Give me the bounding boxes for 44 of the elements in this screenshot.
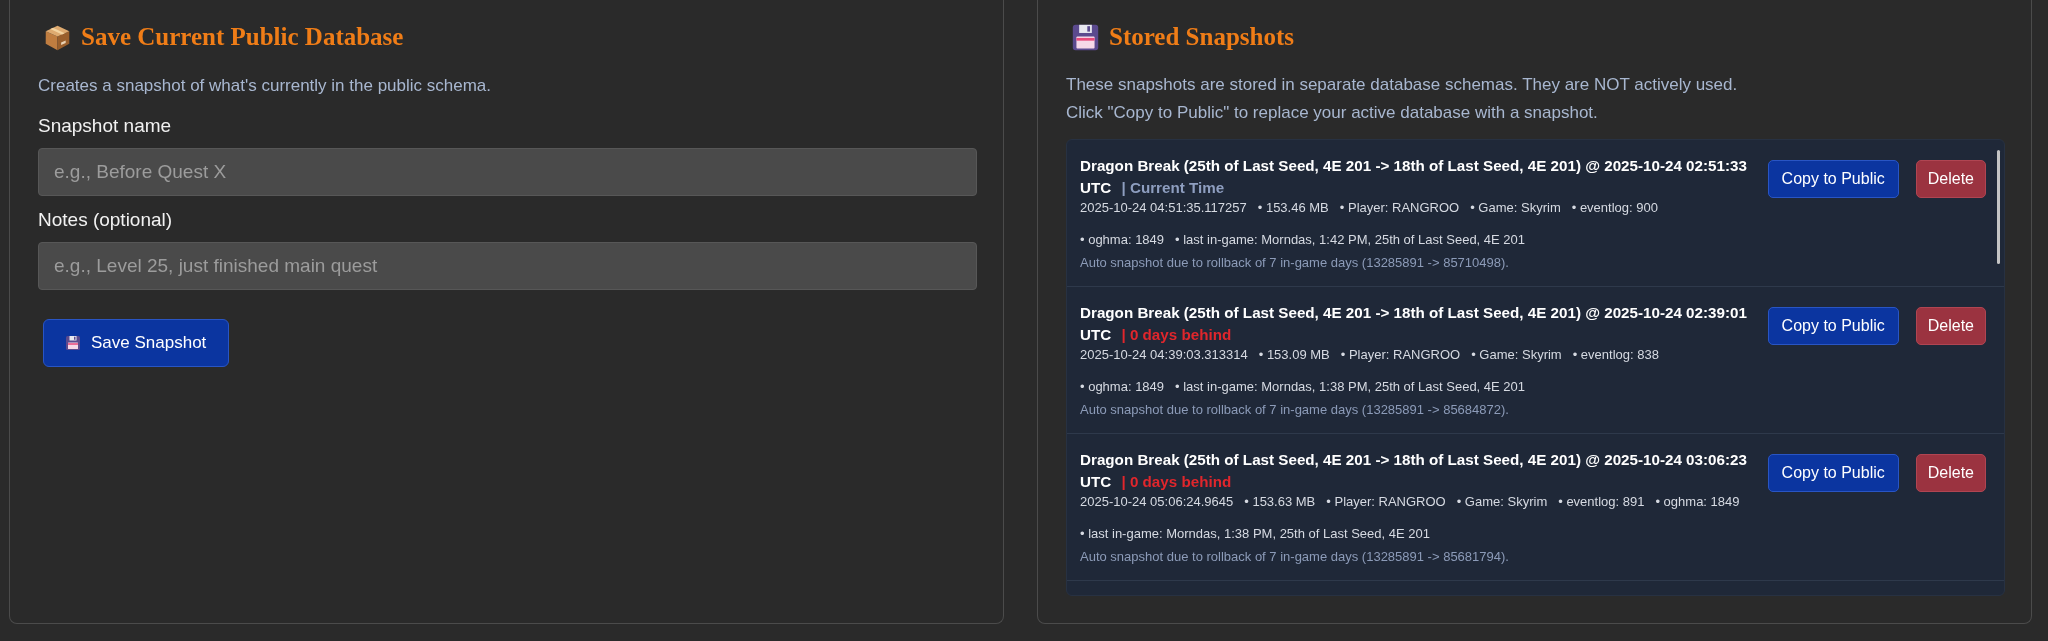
snapshot-detail: 2025-10-24 04:51:35.117257 <box>1080 199 1247 217</box>
snapshot-detail: • Player: RANGROO <box>1326 493 1446 511</box>
snapshot-detail: • eventlog: 838 <box>1572 346 1659 364</box>
scrollbar-thumb[interactable] <box>1997 150 2000 264</box>
snapshot-note: Auto snapshot due to rollback of 7 in-game days (13285891 -> 85710498). <box>1080 254 1510 272</box>
snapshot-detail: • last in-game: Morndas, 1:38 PM, 25th of Last Seed, 4E 201 <box>1175 378 1526 396</box>
panel-title: Save Current Public Database <box>81 23 404 51</box>
snapshot-detail: • Player: RANGROO <box>1339 199 1460 217</box>
panel-title: Stored Snapshots <box>1109 23 1295 51</box>
panel-description: Click "Copy to Public" to replace your active database with a snapshot. <box>1066 102 1599 124</box>
field-label: Snapshot name <box>38 114 173 138</box>
delete-button[interactable]: Delete <box>1915 160 1986 198</box>
copy-to-public-button[interactable]: Copy to Public <box>1767 160 1899 198</box>
snapshot-detail: • eventlog: 900 <box>1571 199 1658 217</box>
snapshot-detail: 2025-10-24 04:39:03.313314 <box>1080 346 1248 364</box>
snapshot-detail: • Game: Skyrim <box>1471 346 1562 364</box>
snapshot-detail: 2025-10-24 05:06:24.9645 <box>1080 493 1234 511</box>
copy-to-public-button[interactable]: Copy to Public <box>1767 454 1899 492</box>
copy-to-public-button[interactable]: Copy to Public <box>1767 307 1899 345</box>
text-input[interactable]: e.g., Before Quest X <box>38 148 977 196</box>
text-input[interactable]: e.g., Level 25, just finished main quest <box>38 242 977 290</box>
snapshot-detail: • Player: RANGROO <box>1340 346 1461 364</box>
snapshot-note: Auto snapshot due to rollback of 7 in-game days (13285891 -> 85684872). <box>1080 401 1510 419</box>
snapshot-heading: Dragon Break (25th of Last Seed, 4E 201 -> 18th of Last Seed, 4E 201) @ 2025-10-24 02:51:33 UTC | Current Time <box>1080 156 1748 198</box>
snapshot-detail: • eventlog: 891 <box>1558 493 1645 511</box>
snapshot-detail: • 153.09 MB <box>1258 346 1330 364</box>
snapshot-detail: • oghma: 1849 <box>1080 378 1165 396</box>
save-snapshot-button[interactable]: Save Snapshot <box>43 319 230 367</box>
snapshot-detail: • last in-game: Morndas, 1:42 PM, 25th of Last Seed, 4E 201 <box>1175 231 1526 249</box>
snapshot-detail: • oghma: 1849 <box>1080 231 1165 249</box>
snapshot-detail: • last in-game: Morndas, 1:38 PM, 25th of Last Seed, 4E 201 <box>1080 525 1430 543</box>
snapshot-heading: Dragon Break (25th of Last Seed, 4E 201 -> 18th of Last Seed, 4E 201) @ 2025-10-24 03:06:23 UTC | 0 days behind <box>1080 450 1748 492</box>
delete-button[interactable]: Delete <box>1915 454 1986 492</box>
snapshot-note: Auto snapshot due to rollback of 7 in-game days (13285891 -> 85681794). <box>1080 548 1510 566</box>
snapshot-detail: • 153.46 MB <box>1257 199 1329 217</box>
field-label: Notes (optional) <box>38 208 174 232</box>
panel-description: Creates a snapshot of what's currently in the public schema. <box>38 75 493 97</box>
snapshot-heading: Dragon Break (25th of Last Seed, 4E 201 -> 18th of Last Seed, 4E 201) @ 2025-10-24 02:39:01 UTC | 0 days behind <box>1080 303 1748 345</box>
panel-description: These snapshots are stored in separate database schemas. They are NOT actively used. <box>1066 74 1739 96</box>
snapshot-detail: • Game: Skyrim <box>1456 493 1548 511</box>
snapshot-detail: • oghma: 1849 <box>1655 493 1740 511</box>
snapshot-detail: • 153.63 MB <box>1244 493 1316 511</box>
delete-button[interactable]: Delete <box>1915 307 1986 345</box>
snapshot-detail: • Game: Skyrim <box>1470 199 1561 217</box>
